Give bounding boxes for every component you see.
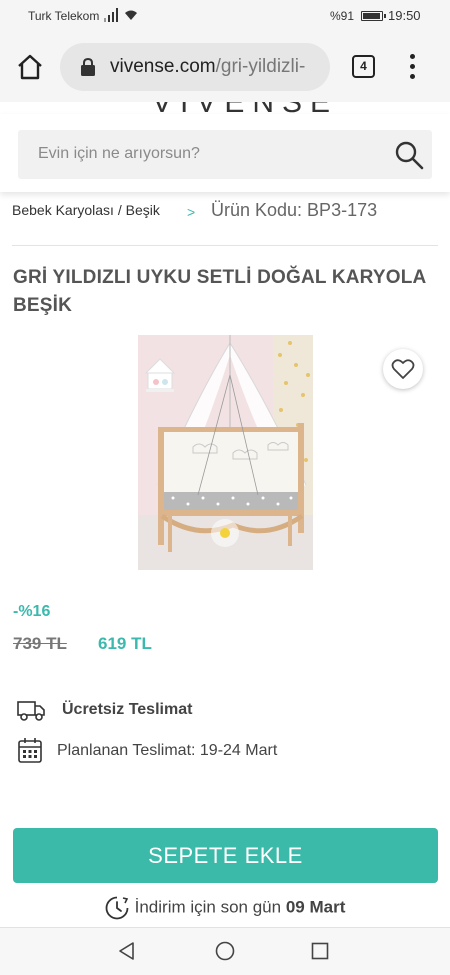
truck-icon [17, 701, 45, 721]
free-shipping-row: Ücretsiz Teslimat [16, 697, 436, 725]
heart-icon [391, 359, 415, 379]
browser-toolbar: vivense.com/gri-yildizli- 4 [0, 32, 450, 102]
lock-icon [81, 58, 95, 76]
planned-delivery-label: Planlanan Teslimat: 19-24 Mart [57, 742, 278, 759]
clock-time: 19:50 [388, 8, 421, 23]
home-icon[interactable] [15, 52, 45, 82]
old-price: 739 TL [13, 634, 67, 653]
product-code: Ürün Kodu: BP3-173 [211, 200, 378, 220]
more-vert-icon[interactable] [405, 54, 421, 80]
site-search-bar: Evin için ne arıyorsun? [0, 114, 450, 192]
status-bar: Turk Telekom %91 19:50 [0, 0, 450, 32]
url-path: /gri-yildizli- [215, 56, 306, 77]
product-title: GRİ YILDIZLI UYKU SETLİ DOĞAL KARYOLA BE… [13, 267, 426, 316]
signal-icon [104, 8, 118, 22]
carrier-name: Turk Telekom [28, 9, 100, 23]
divider [12, 245, 438, 246]
free-shipping-label: Ücretsiz Teslimat [62, 701, 193, 718]
add-to-cart-button[interactable]: SEPETE EKLE [13, 828, 438, 883]
breadcrumb: Bebek Karyolası / Beşik > Ürün Kodu: BP3… [12, 200, 440, 226]
planned-delivery-row: Planlanan Teslimat: 19-24 Mart [16, 738, 436, 766]
url-domain: vivense.com [110, 56, 216, 77]
clock-icon [105, 896, 129, 920]
system-nav-bar [0, 927, 450, 975]
discount-badge: -%16 [13, 603, 51, 620]
search-input[interactable]: Evin için ne arıyorsun? [18, 130, 432, 179]
back-icon[interactable] [117, 941, 137, 961]
wifi-icon [125, 10, 137, 20]
search-icon[interactable] [394, 140, 424, 170]
url-text: vivense.com/gri-yildizli- [110, 56, 305, 78]
recent-apps-icon[interactable] [311, 942, 329, 960]
crib-illustration [138, 335, 313, 570]
battery-percent: %91 [330, 9, 355, 23]
breadcrumb-category[interactable]: Bebek Karyolası / Beşik [12, 202, 160, 218]
current-price: 619 TL [98, 634, 152, 653]
countdown-text: İndirim için son gün [134, 897, 282, 917]
site-logo[interactable]: VIVENSE [152, 102, 338, 114]
home-nav-icon[interactable] [215, 941, 235, 961]
favorite-button[interactable] [383, 349, 423, 389]
address-bar[interactable]: vivense.com/gri-yildizli- [60, 43, 330, 91]
search-placeholder: Evin için ne arıyorsun? [38, 145, 200, 162]
tabs-button[interactable]: 4 [352, 55, 375, 78]
breadcrumb-separator: > [187, 204, 196, 220]
battery-icon [361, 11, 386, 21]
discount-countdown: İndirim için son gün 09 Mart [0, 896, 450, 926]
product-image[interactable] [138, 335, 313, 570]
site-logo-strip: VIVENSE [0, 102, 450, 114]
countdown-date: 09 Mart [285, 897, 346, 917]
calendar-icon [18, 738, 42, 763]
